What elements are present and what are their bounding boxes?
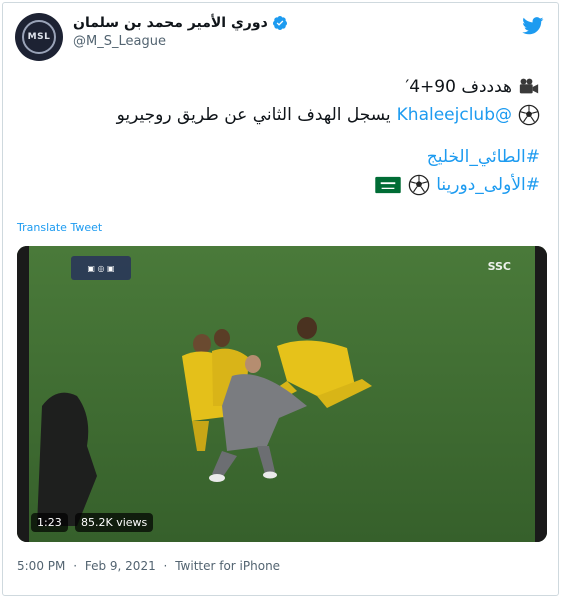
author-names: دوري الأمير محمد بن سلمان @M_S_League [73,15,288,49]
author-handle[interactable]: @M_S_League [73,34,288,49]
avatar-text: MSL [27,32,51,42]
video-duration-badge: 1:23 [31,513,68,532]
soccer-ball-icon [518,104,540,126]
video-frame-image [17,246,547,542]
soccer-ball-icon [408,174,430,196]
saudi-flag-icon [375,176,401,194]
broadcaster-logo: SSC [487,260,511,273]
hashtag-link-1[interactable]: #الطائي_الخليج [427,143,540,171]
tweet-line-2: @Khaleejclub يسجل الهدف الثاني عن طريق ر… [20,101,540,129]
scoreboard-icon: ▣ ◎ ▣ [87,263,115,273]
tweet-date[interactable]: Feb 9, 2021 [85,559,156,573]
tweet-time[interactable]: 5:00 PM [17,559,65,573]
tweet-metadata: 5:00 PM · Feb 9, 2021 · Twitter for iPho… [17,559,284,573]
tweet-header: MSL دوري الأمير محمد بن سلمان @M_S_Leagu… [15,13,546,61]
tweet-line-1-text: هدددف 90+4′ [405,77,512,97]
twitter-bird-icon[interactable] [522,17,544,35]
author-display-name[interactable]: دوري الأمير محمد بن سلمان [73,15,268,31]
video-player[interactable]: ▣ ◎ ▣ SSC 1:23 85.2K views [17,246,547,542]
league-logo-icon: MSL [22,20,56,54]
verified-badge-icon [272,16,287,30]
avatar[interactable]: MSL [15,13,63,61]
movie-camera-icon [519,78,539,94]
meta-separator: · [163,559,168,573]
tweet-line-1: هدددف 90+4′ [20,73,540,101]
translate-tweet-link[interactable]: Translate Tweet [17,221,102,234]
meta-separator: · [73,559,78,573]
mention-link[interactable]: @Khaleejclub [397,101,512,129]
video-views-badge: 85.2K views [75,513,154,532]
tweet-line-2-text: يسجل الهدف الثاني عن طريق روجيريو [116,105,391,125]
tweet-source: Twitter for iPhone [175,559,281,573]
scoreboard-overlay: ▣ ◎ ▣ [71,256,131,280]
tweet-card: MSL دوري الأمير محمد بن سلمان @M_S_Leagu… [2,2,559,596]
hashtag-link-2[interactable]: #الأولى_دورينا [436,171,540,199]
tweet-text: هدددف 90+4′ @Khaleejclub يسجل الهدف الثا… [20,73,540,199]
tweet-line-4: #الأولى_دورينا [20,171,540,199]
tweet-line-3: #الطائي_الخليج [20,143,540,171]
